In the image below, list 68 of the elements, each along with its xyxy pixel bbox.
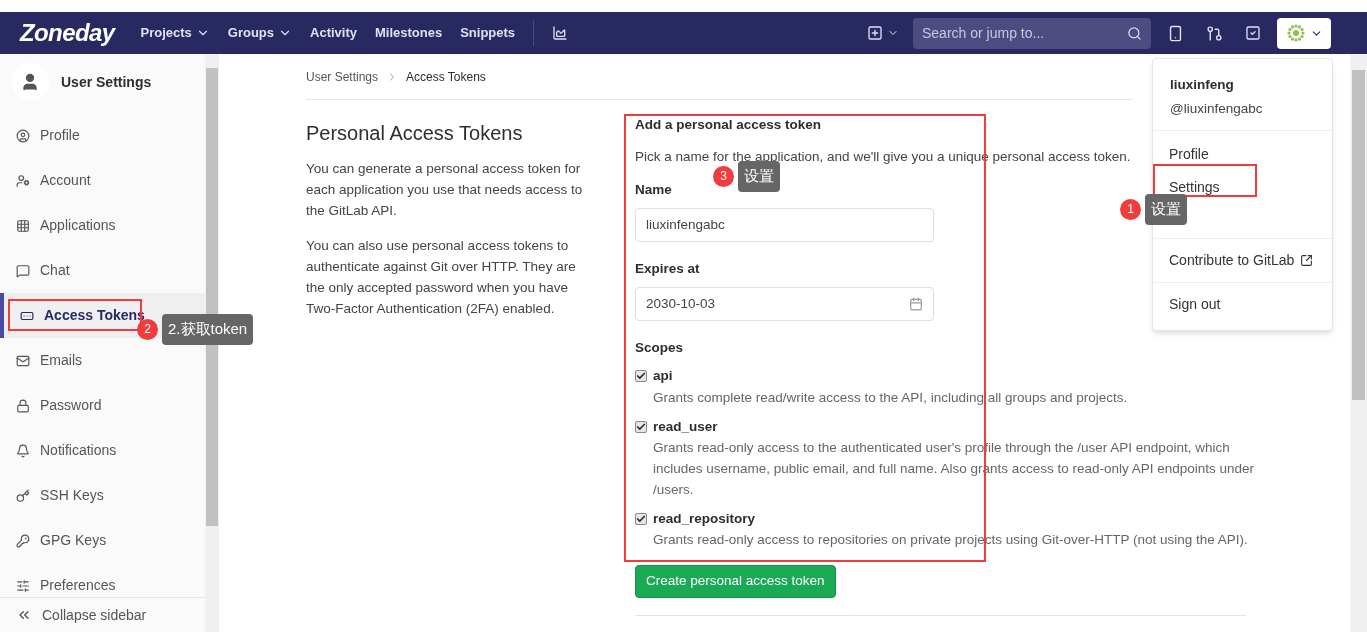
annotation-tooltip: 2.获取token bbox=[162, 314, 254, 345]
annotation-tooltip: 设置 bbox=[738, 161, 780, 192]
sidebar-item[interactable]: Applications bbox=[0, 203, 205, 248]
key-icon bbox=[16, 533, 30, 548]
intro-paragraph: You can generate a personal access token for each application you use that needs access to the GitLab API. bbox=[306, 160, 584, 220]
scope-name: api bbox=[653, 367, 673, 386]
avatar-icon bbox=[1285, 23, 1306, 43]
date-input-field[interactable]: 2030-10-03 bbox=[635, 287, 934, 321]
grid-icon bbox=[16, 218, 30, 233]
sidebar-item[interactable]: Chat bbox=[0, 248, 205, 293]
todo-icon[interactable] bbox=[1245, 25, 1261, 41]
user-handle: @liuxinfengabc bbox=[1170, 100, 1264, 119]
scope-name: read_repository bbox=[653, 509, 756, 528]
user-menu-button[interactable] bbox=[1277, 17, 1331, 49]
page-scrollbar[interactable] bbox=[1350, 54, 1367, 632]
sliders-icon bbox=[16, 578, 30, 593]
new-menu-button[interactable] bbox=[867, 25, 899, 41]
sidebar-item[interactable]: Notifications bbox=[0, 428, 205, 473]
calendar-icon bbox=[909, 297, 923, 311]
page-title: Personal Access Tokens bbox=[306, 121, 524, 146]
search-icon bbox=[1127, 25, 1142, 41]
field-label: Scopes bbox=[635, 339, 684, 357]
sidebar-item[interactable]: Account bbox=[0, 158, 205, 203]
nav-link[interactable]: Snippets bbox=[460, 23, 516, 43]
mail-icon bbox=[16, 353, 30, 368]
bell-icon bbox=[16, 443, 30, 458]
breadcrumb-current: Access Tokens bbox=[406, 68, 486, 86]
breadcrumb-link[interactable]: User Settings bbox=[306, 67, 379, 86]
user-name: liuxinfeng bbox=[1170, 76, 1235, 94]
field-label: Name bbox=[635, 180, 672, 199]
field-label: Expires at bbox=[635, 259, 700, 278]
user-gear-icon bbox=[16, 173, 30, 188]
merge-request-icon[interactable] bbox=[1206, 24, 1223, 42]
external-link-icon bbox=[1300, 253, 1314, 267]
avatar bbox=[11, 63, 49, 101]
scope-checkbox[interactable] bbox=[635, 370, 647, 383]
annotation-tooltip: 设置 bbox=[1145, 194, 1187, 225]
sidebar-item[interactable]: SSH Keys bbox=[0, 473, 205, 518]
profile-icon bbox=[16, 128, 30, 143]
logo[interactable]: Zoneday bbox=[20, 15, 115, 51]
device-icon[interactable] bbox=[1167, 24, 1184, 42]
plus-icon bbox=[867, 25, 883, 41]
sidebar-item[interactable]: Preferences bbox=[0, 563, 205, 597]
sidebar-item[interactable]: GPG Keys bbox=[0, 518, 205, 563]
sidebar-title: User Settings bbox=[61, 72, 152, 92]
sidebar-item[interactable]: Password bbox=[0, 383, 205, 428]
sidebar-item[interactable]: Profile bbox=[0, 113, 205, 158]
scope-checkbox[interactable] bbox=[635, 512, 647, 525]
menu-item[interactable]: Sign out bbox=[1169, 293, 1316, 315]
step-badge: 3 bbox=[713, 165, 734, 187]
step-badge: 1 bbox=[1120, 198, 1141, 220]
key-icon bbox=[16, 488, 30, 503]
nav-link[interactable]: Activity bbox=[310, 23, 357, 43]
scope-name: read_user bbox=[653, 417, 718, 436]
menu-item[interactable]: Profile bbox=[1169, 143, 1316, 165]
name-input-field[interactable]: liuxinfengabc bbox=[635, 207, 934, 242]
scope-checkbox[interactable] bbox=[635, 420, 647, 433]
form-heading: Add a personal access token bbox=[635, 116, 823, 134]
scope-description: Grants complete read/write access to the API, including all groups and projects. bbox=[652, 388, 1129, 407]
nav-link[interactable]: Groups bbox=[227, 23, 293, 43]
nav-link[interactable]: Milestones bbox=[375, 23, 443, 43]
intro-paragraph: You can also use personal access tokens to authenticate against Git over HTTP. They are the only accepted password when you have Two-Factor Authentication (2FA) enabled. bbox=[306, 237, 577, 318]
search-field[interactable]: Search or jump to... bbox=[913, 17, 1151, 49]
menu-item[interactable]: Contribute to GitLab bbox=[1169, 249, 1316, 271]
chat-icon bbox=[16, 263, 30, 278]
nav-link[interactable]: Projects bbox=[140, 23, 210, 43]
lock-icon bbox=[16, 398, 30, 413]
chart-icon[interactable] bbox=[552, 25, 569, 41]
